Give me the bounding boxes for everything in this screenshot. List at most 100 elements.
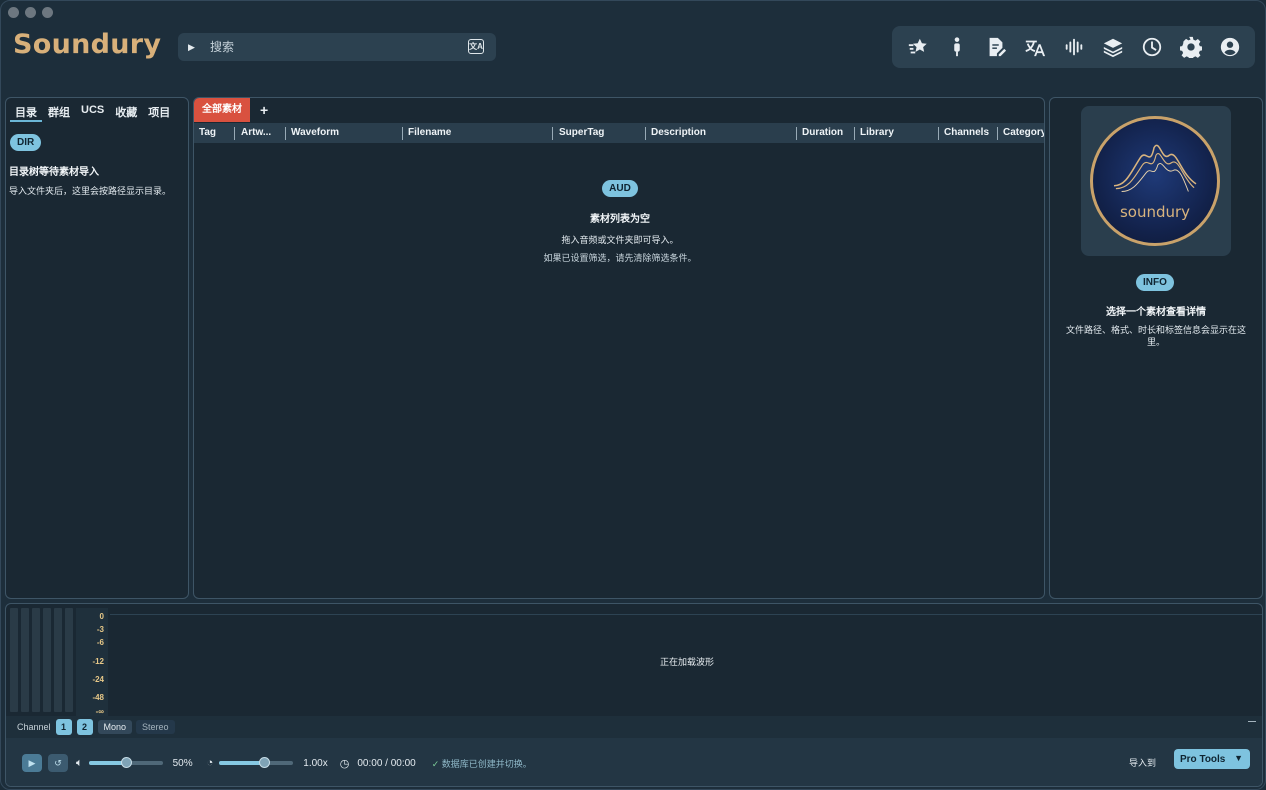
speed-slider[interactable] xyxy=(219,757,294,768)
speed-slider-handle[interactable] xyxy=(258,757,270,768)
left-panel-tabs: 目录 群组 UCS 收藏 项目 xyxy=(6,98,188,122)
account-icon[interactable] xyxy=(1217,34,1243,60)
speed-gauge-icon: ◔ xyxy=(206,757,214,769)
channel-2-button[interactable]: 2 xyxy=(76,719,93,735)
channel-selector: Channel 1 2 Mono Stereo xyxy=(6,716,1262,738)
column-resize-handle[interactable] xyxy=(854,127,855,140)
meter-channel xyxy=(65,608,73,712)
channel-1-button[interactable]: 1 xyxy=(55,719,72,735)
stereo-mode-button[interactable]: Stereo xyxy=(136,720,175,734)
time-display: 00:00 / 00:00 xyxy=(357,757,416,769)
directory-panel: 目录 群组 UCS 收藏 项目 DIR 目录树等待素材导入 导入文件夹后，这里会… xyxy=(5,97,189,599)
details-empty-title: 选择一个素材查看详情 xyxy=(1106,307,1206,318)
aud-badge: AUD xyxy=(602,180,638,197)
meter-channel xyxy=(54,608,62,712)
maximize-window-button[interactable] xyxy=(42,7,53,18)
volume-slider-handle[interactable] xyxy=(120,757,132,768)
tab-ucs[interactable]: UCS xyxy=(76,101,109,122)
column-filename[interactable]: Filename xyxy=(408,123,548,143)
status-text: 数据库已创建并切换。 xyxy=(441,758,532,769)
import-target-select[interactable]: Pro Tools ▼ xyxy=(1174,749,1250,769)
column-resize-handle[interactable] xyxy=(285,127,286,140)
info-badge: INFO xyxy=(1136,274,1174,291)
column-resize-handle[interactable] xyxy=(234,127,235,140)
meter-channel xyxy=(43,608,51,712)
tab-favorites[interactable]: 收藏 xyxy=(110,101,142,122)
table-header: Tag Artw... Waveform Filename SuperTag D… xyxy=(194,123,1044,143)
loop-button[interactable]: ↺ xyxy=(48,754,68,772)
mono-mode-button[interactable]: Mono xyxy=(97,720,133,734)
status-message: ✓ 数据库已创建并切换。 xyxy=(432,757,532,770)
waveform-display[interactable]: 正在加载波形 xyxy=(110,614,1262,716)
transport-bar: ▶ ↺ 🔈︎ 50% ◔ 1.00x ◷ 00:00 / 00:00 ✓ 数据库… xyxy=(6,738,1262,786)
details-empty-description: 文件路径、格式、时长和标签信息会显示在这里。 xyxy=(1065,325,1246,347)
dropdown-caret-icon: ▼ xyxy=(1234,753,1243,763)
scale-label: 0 xyxy=(99,612,104,621)
play-icon[interactable]: ▶ xyxy=(188,42,202,53)
column-library[interactable]: Library xyxy=(860,123,934,143)
column-channels[interactable]: Channels xyxy=(944,123,996,143)
pin-icon[interactable] xyxy=(944,34,970,60)
tab-projects[interactable]: 项目 xyxy=(143,101,175,122)
window-controls xyxy=(8,7,53,18)
column-resize-handle[interactable] xyxy=(645,127,646,140)
favorites-star-icon[interactable] xyxy=(905,34,931,60)
volume-icon: 🔈︎ xyxy=(76,756,83,769)
minimize-window-button[interactable] xyxy=(25,7,36,18)
tab-groups[interactable]: 群组 xyxy=(43,101,75,122)
directory-empty-description: 导入文件夹后，这里会按路径显示目录。 xyxy=(9,186,172,196)
speed-value: 1.00x xyxy=(303,757,328,769)
app-brand-logo: Soundury xyxy=(13,29,162,60)
layers-icon[interactable] xyxy=(1100,34,1126,60)
scale-label: -6 xyxy=(96,638,104,647)
column-supertag[interactable]: SuperTag xyxy=(559,123,639,143)
asset-tabs: 全部素材 + xyxy=(194,98,1044,122)
details-panel: soundury INFO 选择一个素材查看详情 文件路径、格式、时长和标签信息… xyxy=(1049,97,1263,599)
tab-all-assets[interactable]: 全部素材 xyxy=(194,98,250,122)
volume-slider[interactable] xyxy=(88,757,163,768)
clock-icon: ◷ xyxy=(339,757,350,770)
settings-gear-icon[interactable] xyxy=(1178,34,1204,60)
search-input[interactable] xyxy=(210,40,440,54)
scale-label: -24 xyxy=(92,675,104,684)
column-category[interactable]: Category xyxy=(1003,123,1044,143)
dir-badge: DIR xyxy=(10,134,42,151)
column-waveform[interactable]: Waveform xyxy=(291,123,391,143)
empty-state-hint-import: 拖入音频或文件夹即可导入。 xyxy=(561,235,679,245)
column-artwork[interactable]: Artw... xyxy=(241,123,281,143)
column-tag[interactable]: Tag xyxy=(199,123,229,143)
meter-scale: 0 -3 -6 -12 -24 -48 -∞ xyxy=(76,608,108,716)
play-button[interactable]: ▶ xyxy=(22,754,42,772)
translate-toggle-icon[interactable]: 文A xyxy=(468,39,484,54)
close-window-button[interactable] xyxy=(8,7,19,18)
search-bar[interactable]: ▶ 文A xyxy=(178,33,496,61)
asset-list-panel: 全部素材 + Tag Artw... Waveform Filename Sup… xyxy=(193,97,1045,599)
waveform-loading-message: 正在加载波形 xyxy=(659,657,714,667)
edit-document-icon[interactable] xyxy=(983,34,1009,60)
column-resize-handle[interactable] xyxy=(402,127,403,140)
translate-icon[interactable] xyxy=(1022,34,1048,60)
artwork-preview: soundury xyxy=(1081,106,1231,256)
column-resize-handle[interactable] xyxy=(796,127,797,140)
import-to-label: 导入到 xyxy=(1128,758,1156,768)
column-resize-handle[interactable] xyxy=(997,127,998,140)
empty-state-title: 素材列表为空 xyxy=(590,214,650,225)
scale-label: -3 xyxy=(96,625,104,634)
volume-value: 50% xyxy=(172,757,193,769)
tab-directory[interactable]: 目录 xyxy=(10,101,42,122)
scale-label: -12 xyxy=(92,657,104,666)
column-resize-handle[interactable] xyxy=(938,127,939,140)
column-resize-handle[interactable] xyxy=(552,127,553,140)
collapse-button[interactable] xyxy=(1248,721,1256,722)
waveform-icon[interactable] xyxy=(1061,34,1087,60)
top-toolbar xyxy=(892,26,1255,68)
add-tab-button[interactable]: + xyxy=(260,102,268,118)
soundury-logo-image: soundury xyxy=(1090,116,1220,246)
empty-state: AUD xyxy=(194,180,1044,197)
history-icon[interactable] xyxy=(1139,34,1165,60)
column-duration[interactable]: Duration xyxy=(802,123,854,143)
meter-channel xyxy=(21,608,29,712)
directory-empty-title: 目录树等待素材导入 xyxy=(9,167,99,178)
column-description[interactable]: Description xyxy=(651,123,791,143)
scale-label: -48 xyxy=(92,693,104,702)
